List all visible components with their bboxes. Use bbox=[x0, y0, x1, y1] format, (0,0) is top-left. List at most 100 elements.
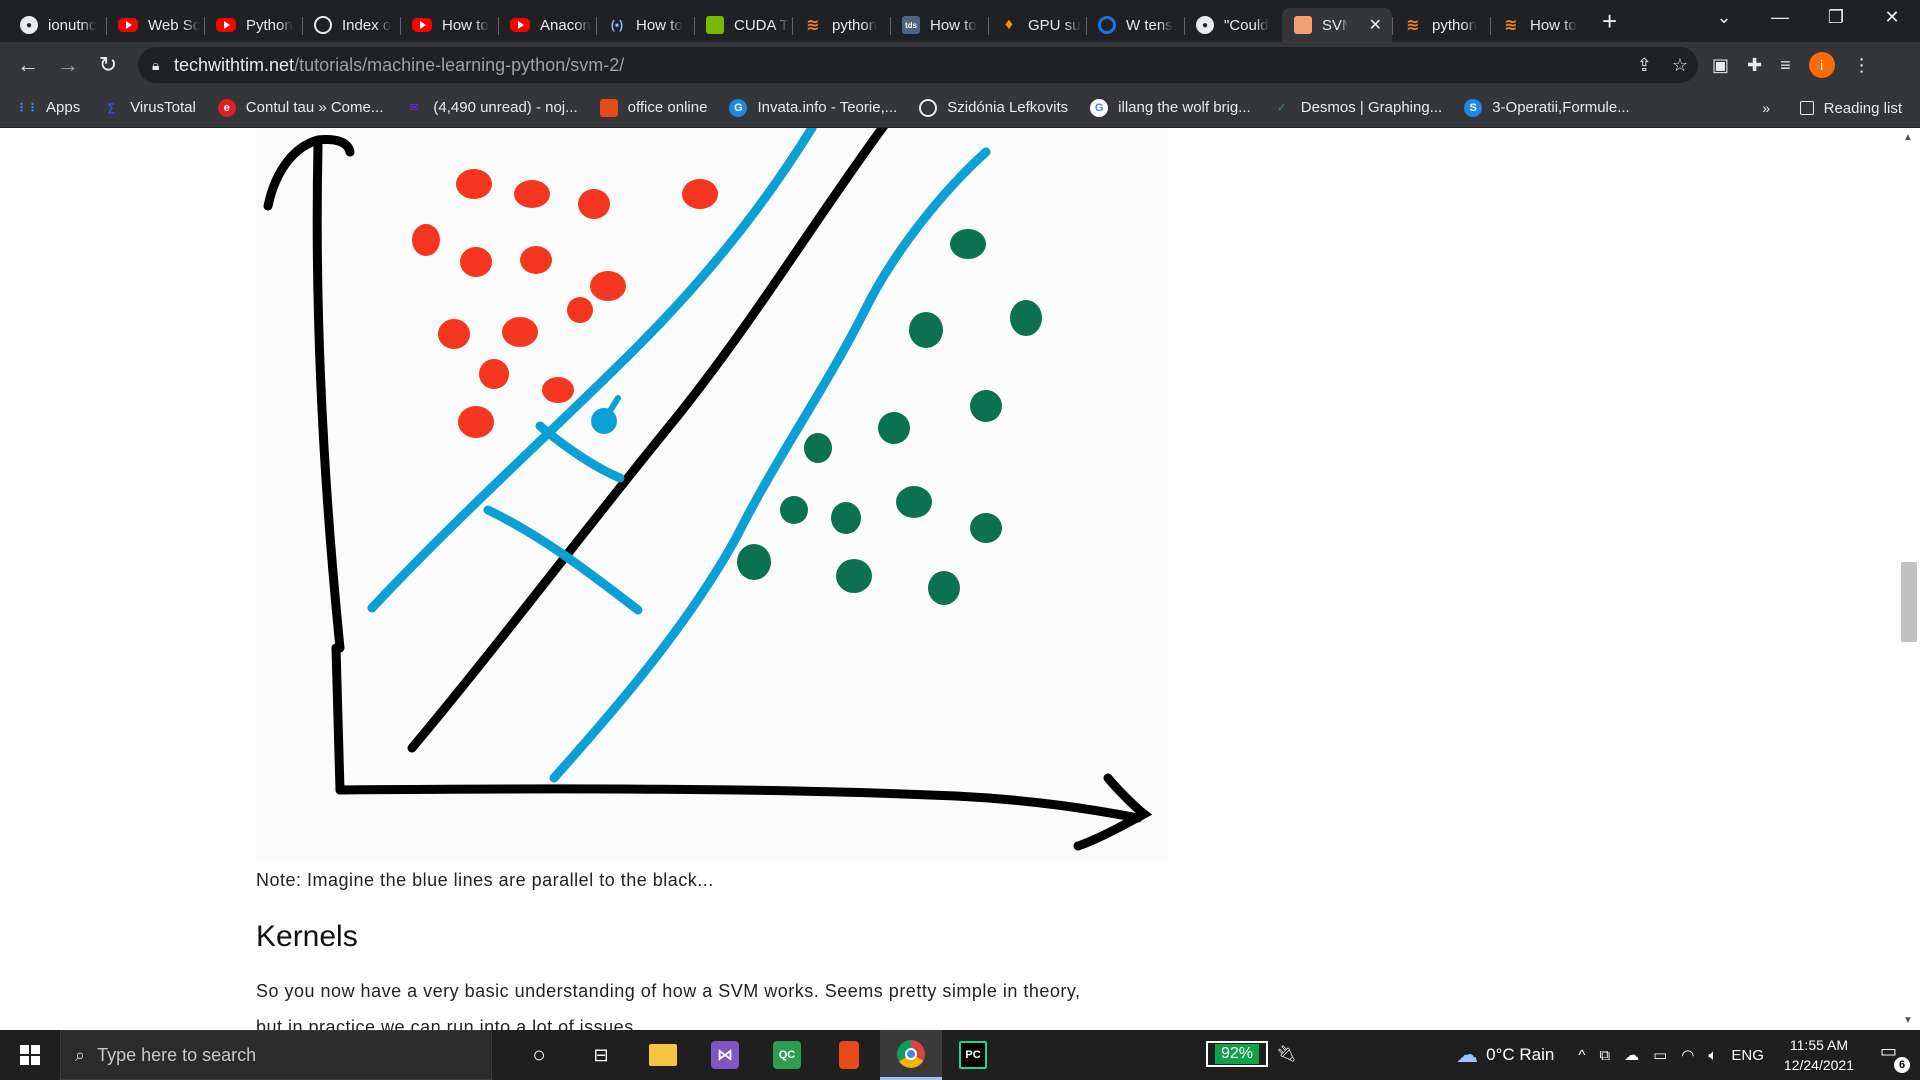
pycharm-button[interactable]: PC bbox=[942, 1030, 1004, 1080]
weather-text: 0°C Rain bbox=[1486, 1045, 1555, 1064]
emag-icon: e bbox=[217, 98, 236, 117]
red-data-point bbox=[542, 377, 574, 403]
restore-icon[interactable]: ❐ bbox=[1808, 7, 1864, 28]
desmos-icon: ✓ bbox=[1277, 102, 1287, 114]
battery-percent: 92% bbox=[1214, 1044, 1260, 1064]
bookmark-emag[interactable]: e Contul tau » Come... bbox=[217, 98, 383, 117]
address-bar[interactable]: 🔒︎ techwithtim.net/tutorials/machine-lea… bbox=[138, 47, 1698, 83]
tab-14[interactable]: ≋ python bbox=[1392, 8, 1490, 42]
tab-4[interactable]: How to bbox=[400, 8, 498, 42]
close-window-icon[interactable]: ✕ bbox=[1864, 7, 1920, 28]
bookmark-google[interactable]: Gillang the wolf brig... bbox=[1090, 98, 1251, 117]
notification-center-button[interactable]: ▭ 6 bbox=[1880, 1041, 1910, 1073]
reading-list-icon bbox=[1799, 101, 1814, 115]
bookmark-office[interactable]: office online bbox=[599, 98, 707, 117]
cortana-button[interactable]: ○ bbox=[508, 1030, 570, 1080]
green-data-point bbox=[780, 496, 808, 524]
new-tab-plus-icon[interactable]: + bbox=[1602, 0, 1617, 42]
tab-9[interactable]: tds How to bbox=[890, 8, 988, 42]
figure-note: Note: Imagine the blue lines are paralle… bbox=[256, 870, 714, 890]
green-data-point bbox=[831, 502, 861, 534]
bookmarks-overflow-icon[interactable]: » bbox=[1762, 88, 1770, 128]
extension-icon[interactable]: ▣ bbox=[1712, 55, 1729, 76]
page-scrollbar[interactable]: ▲ ▼ bbox=[1898, 128, 1920, 1030]
reading-list-button[interactable]: Reading list bbox=[1799, 88, 1902, 128]
speaker-icon[interactable]: 🔈︎ bbox=[1708, 1047, 1717, 1064]
scrollbar-thumb[interactable] bbox=[1901, 562, 1917, 642]
bookmark-apps[interactable]: ⋮⋮ Apps bbox=[16, 99, 80, 117]
red-data-point bbox=[578, 189, 610, 219]
window-controls: ⌄ — ❐ ✕ bbox=[1696, 0, 1920, 34]
tds-icon: tds bbox=[902, 16, 920, 34]
bookmark-yahoo-mail[interactable]: ✉ (4,490 unread) - noj... bbox=[405, 99, 578, 117]
bookmark-desmos[interactable]: ✓ Desmos | Graphing... bbox=[1273, 99, 1442, 117]
profile-avatar[interactable]: i bbox=[1808, 52, 1835, 78]
tab-13-active[interactable]: SVM ✕ bbox=[1282, 8, 1392, 42]
tab-8[interactable]: ≋ python bbox=[792, 8, 890, 42]
tensorflow-icon: ♦ bbox=[1004, 16, 1014, 33]
clock[interactable]: 11:55 AM 12/24/2021 bbox=[1784, 1035, 1854, 1075]
taskbar-search-box[interactable]: ⌕ Type here to search bbox=[60, 1030, 492, 1080]
start-button[interactable] bbox=[0, 1030, 60, 1080]
scroll-down-arrow-icon[interactable]: ▼ bbox=[1903, 1015, 1913, 1026]
bookmark-label: (4,490 unread) - noj... bbox=[433, 99, 578, 116]
visual-studio-button[interactable]: ⋈ bbox=[694, 1030, 756, 1080]
green-data-point bbox=[804, 433, 832, 463]
media-queue-icon[interactable]: ≡ bbox=[1780, 55, 1791, 76]
puzzle-extensions-icon[interactable]: ✚ bbox=[1747, 55, 1762, 76]
ring-icon bbox=[1098, 16, 1116, 34]
wifi-icon[interactable]: ◠ bbox=[1681, 1046, 1694, 1064]
youtube-icon bbox=[118, 18, 138, 32]
forward-arrow-icon[interactable]: → bbox=[48, 52, 88, 78]
tab-5[interactable]: Anacon bbox=[498, 8, 596, 42]
close-tab-icon[interactable]: ✕ bbox=[1369, 15, 1382, 35]
google-icon: G bbox=[1090, 98, 1109, 117]
battery-icon[interactable]: ▭ bbox=[1653, 1046, 1667, 1064]
reading-list-label: Reading list bbox=[1823, 99, 1902, 117]
tab-7[interactable]: CUDA T bbox=[694, 8, 792, 42]
red-data-point bbox=[479, 359, 509, 389]
red-data-point bbox=[590, 271, 626, 301]
bookmark-star-icon[interactable]: ☆ bbox=[1672, 55, 1688, 76]
reload-icon[interactable]: ↻ bbox=[88, 52, 128, 78]
tab-2[interactable]: Python bbox=[204, 8, 302, 42]
task-view-button[interactable]: ⊟ bbox=[570, 1030, 632, 1080]
tab-10[interactable]: ♦ GPU su bbox=[988, 8, 1086, 42]
margin-distance-marker bbox=[535, 421, 625, 483]
office-button[interactable] bbox=[818, 1030, 880, 1080]
tab-title: GPU su bbox=[1028, 16, 1081, 34]
tab-6[interactable]: (•) How to bbox=[596, 8, 694, 42]
bookmark-operatii[interactable]: S 3-Operatii,Formule... bbox=[1464, 98, 1630, 117]
red-data-point bbox=[412, 224, 440, 256]
tab-0[interactable]: ● ionutnc bbox=[8, 8, 106, 42]
tab-search-chevron-icon[interactable]: ⌄ bbox=[1696, 7, 1752, 28]
battery-indicator[interactable]: 92% bbox=[1206, 1041, 1268, 1067]
device-icon[interactable]: ⧉ bbox=[1599, 1047, 1610, 1064]
language-indicator[interactable]: ENG bbox=[1731, 1047, 1764, 1064]
share-icon[interactable]: ⇪ bbox=[1637, 55, 1652, 76]
tab-3[interactable]: Index o bbox=[302, 8, 400, 42]
onedrive-cloud-icon[interactable]: ☁ bbox=[1624, 1046, 1639, 1064]
lock-icon[interactable]: 🔒︎ bbox=[152, 57, 174, 74]
tab-1[interactable]: Web Sc bbox=[106, 8, 204, 42]
bookmark-lefkovits[interactable]: Szidónia Lefkovits bbox=[919, 98, 1069, 117]
scroll-up-arrow-icon[interactable]: ▲ bbox=[1903, 132, 1913, 143]
weather-widget[interactable]: ☁ 0°C Rain bbox=[1456, 1042, 1554, 1068]
qc-app-button[interactable]: QC bbox=[756, 1030, 818, 1080]
tab-15[interactable]: ≋ How to bbox=[1490, 8, 1588, 42]
green-data-point bbox=[928, 571, 960, 605]
bookmark-label: Szidónia Lefkovits bbox=[947, 99, 1069, 116]
chrome-button[interactable] bbox=[880, 1030, 942, 1080]
kebab-menu-icon[interactable]: ⋮ bbox=[1853, 55, 1871, 76]
tab-title: "Could bbox=[1224, 16, 1269, 34]
minimize-icon[interactable]: — bbox=[1752, 7, 1808, 28]
file-explorer-button[interactable] bbox=[632, 1030, 694, 1080]
y-axis-arrowhead bbox=[263, 135, 355, 211]
bookmark-virustotal[interactable]: ∑ VirusTotal bbox=[102, 99, 196, 117]
tab-11[interactable]: W tens bbox=[1086, 8, 1184, 42]
back-arrow-icon[interactable]: ← bbox=[8, 52, 48, 78]
bookmark-invata[interactable]: G Invata.info - Teorie,... bbox=[729, 98, 897, 117]
tab-12[interactable]: ● "Could bbox=[1184, 8, 1282, 42]
url-path: /tutorials/machine-learning-python/svm-2… bbox=[294, 54, 625, 75]
show-hidden-icons-chevron-icon[interactable]: ^ bbox=[1578, 1047, 1585, 1064]
